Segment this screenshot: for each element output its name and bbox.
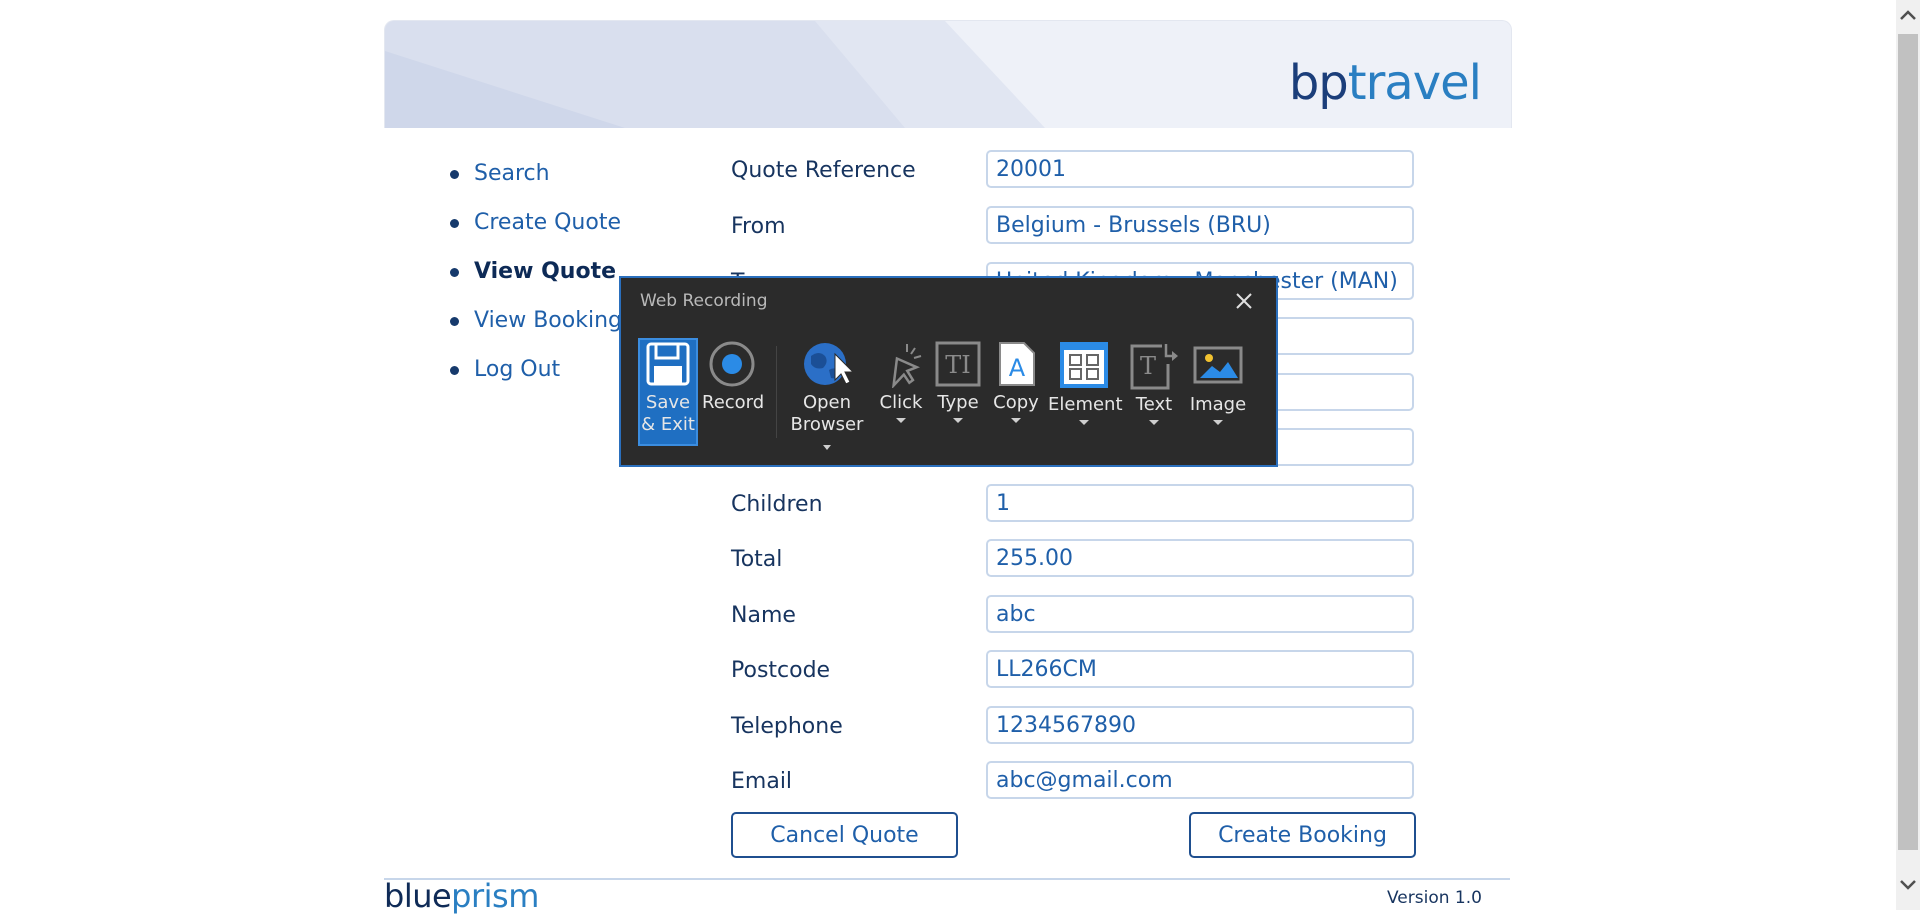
save-exit-button[interactable]: Save & Exit — [638, 338, 698, 446]
record-button[interactable]: Record — [702, 340, 765, 444]
chevron-down-icon — [1079, 420, 1089, 425]
nav-item-log-out[interactable]: Log Out — [450, 352, 622, 401]
web-recording-toolbar: Web Recording Save & Exit Record Open Br — [619, 276, 1278, 467]
text-icon: T — [1130, 344, 1178, 390]
total-label: Total — [731, 547, 783, 572]
create-booking-button[interactable]: Create Booking — [1189, 812, 1416, 858]
telephone-label: Telephone — [731, 714, 843, 739]
floppy-disk-icon — [646, 342, 690, 386]
telephone-row: Telephone 1234567890 — [731, 706, 1416, 748]
open-browser-button[interactable]: Open Browser — [786, 340, 868, 450]
quote-reference-label: Quote Reference — [731, 158, 916, 183]
logo-part-2: travel — [1347, 55, 1482, 111]
copy-label: Copy — [993, 392, 1039, 413]
email-field[interactable]: abc@gmail.com — [986, 761, 1414, 799]
click-button[interactable]: Click — [876, 340, 926, 444]
type-label: Type — [937, 392, 979, 413]
quote-reference-field[interactable]: 20001 — [986, 150, 1414, 188]
scroll-down-icon[interactable] — [1896, 876, 1920, 900]
postcode-label: Postcode — [731, 658, 831, 683]
chevron-down-icon — [1149, 420, 1159, 425]
type-button[interactable]: TI Type — [932, 340, 984, 444]
chevron-down-icon — [896, 418, 906, 423]
scroll-thumb[interactable] — [1898, 34, 1918, 850]
globe-cursor-icon — [804, 343, 853, 385]
nav-item-search[interactable]: Search — [450, 156, 622, 205]
children-field[interactable]: 1 — [986, 484, 1414, 522]
nav-item-view-booking[interactable]: View Booking — [450, 303, 622, 352]
open-browser-label-2-wrap: Browser — [786, 414, 868, 458]
footer-logo-part-2: prism — [451, 877, 539, 915]
toolbar-separator — [776, 346, 777, 438]
image-icon — [1193, 346, 1243, 384]
postcode-row: Postcode LL266CM — [731, 650, 1416, 692]
telephone-field[interactable]: 1234567890 — [986, 706, 1414, 744]
site-header: bptravel — [384, 20, 1512, 128]
name-field[interactable]: abc — [986, 595, 1414, 633]
total-row: Total 255.00 — [731, 539, 1416, 581]
quote-reference-row: Quote Reference 20001 — [731, 150, 1416, 192]
nav-item-create-quote[interactable]: Create Quote — [450, 205, 622, 254]
total-field[interactable]: 255.00 — [986, 539, 1414, 577]
open-browser-label-2: Browser — [790, 414, 864, 435]
page-scrollbar[interactable] — [1896, 0, 1920, 910]
save-exit-label-1: Save — [645, 392, 691, 413]
web-recording-title: Web Recording — [640, 291, 768, 311]
postcode-field[interactable]: LL266CM — [986, 650, 1414, 688]
element-grid-icon — [1060, 342, 1108, 388]
children-label: Children — [731, 492, 823, 517]
bptravel-logo: bptravel — [1289, 59, 1482, 107]
from-row: From Belgium - Brussels (BRU) — [731, 206, 1416, 248]
record-icon — [709, 341, 755, 387]
email-label: Email — [731, 769, 793, 794]
from-field[interactable]: Belgium - Brussels (BRU) — [986, 206, 1414, 244]
scroll-up-icon[interactable] — [1896, 6, 1920, 30]
chevron-down-icon — [953, 418, 963, 423]
chevron-down-icon — [1011, 418, 1021, 423]
element-button[interactable]: Element — [1048, 340, 1123, 444]
save-exit-label-2: & Exit — [641, 414, 695, 435]
footer-divider — [384, 878, 1510, 880]
name-label: Name — [731, 603, 796, 628]
copy-button[interactable]: A Copy — [990, 340, 1042, 444]
svg-text:TI: TI — [945, 351, 971, 379]
name-row: Name abc — [731, 595, 1416, 637]
nav-item-view-quote[interactable]: View Quote — [450, 254, 622, 303]
version-label: Version 1.0 — [1387, 888, 1482, 908]
image-label: Image — [1189, 394, 1247, 415]
svg-text:A: A — [1009, 354, 1026, 382]
from-label: From — [731, 214, 786, 239]
image-button[interactable]: Image — [1188, 340, 1248, 444]
chevron-down-icon — [823, 444, 831, 450]
side-navigation: Search Create Quote View Quote View Book… — [450, 156, 622, 401]
text-button[interactable]: T Text — [1126, 340, 1182, 444]
logo-part-1: bp — [1288, 55, 1349, 111]
blueprism-logo: blueprism — [384, 880, 539, 912]
svg-text:T: T — [1140, 352, 1156, 380]
open-browser-label-1: Open — [802, 392, 852, 413]
footer-logo-part-1: blue — [384, 877, 452, 915]
cancel-quote-button[interactable]: Cancel Quote — [731, 812, 958, 858]
type-icon: TI — [935, 341, 981, 387]
text-label: Text — [1135, 394, 1173, 415]
click-icon — [891, 344, 922, 388]
record-label: Record — [702, 392, 765, 413]
copy-document-icon: A — [999, 342, 1035, 386]
children-row: Children 1 — [731, 484, 1416, 526]
element-label: Element — [1048, 394, 1123, 415]
email-row: Email abc@gmail.com — [731, 761, 1416, 803]
close-icon[interactable] — [1230, 287, 1258, 315]
chevron-down-icon — [1213, 420, 1223, 425]
click-label: Click — [879, 392, 923, 413]
